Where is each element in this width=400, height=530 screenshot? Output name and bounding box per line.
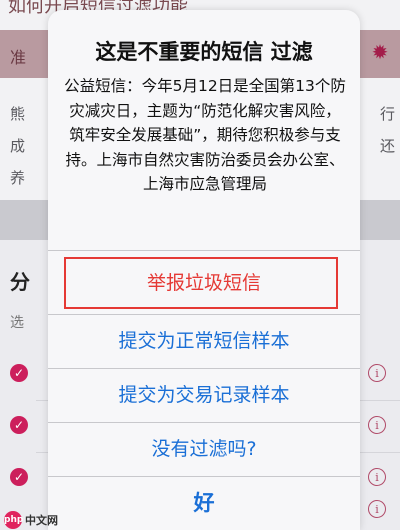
- divider: [48, 368, 360, 369]
- background-line: 熊: [10, 105, 26, 123]
- info-icon[interactable]: i: [368, 416, 386, 434]
- checkmark-icon[interactable]: ✓: [10, 468, 28, 486]
- info-icon[interactable]: i: [368, 364, 386, 382]
- ok-button[interactable]: 好: [48, 478, 360, 528]
- submit-normal-sample-button[interactable]: 提交为正常短信样本: [48, 316, 360, 366]
- filter-action-sheet: 这是不重要的短信 过滤 公益短信：今年5月12日是全国第13个防灾减灾日，主题为…: [48, 10, 360, 530]
- divider: [48, 250, 360, 251]
- checkmark-icon[interactable]: ✓: [10, 364, 28, 382]
- watermark: php 中文网: [4, 510, 58, 530]
- background-banner-label: 准: [10, 48, 27, 67]
- background-line: 还: [380, 137, 396, 155]
- watermark-text: 中文网: [25, 514, 58, 527]
- not-filtered-button[interactable]: 没有过滤吗?: [48, 424, 360, 474]
- divider: [48, 422, 360, 423]
- background-line: 行: [380, 105, 396, 123]
- checkmark-icon[interactable]: ✓: [10, 416, 28, 434]
- divider: [48, 476, 360, 477]
- watermark-badge: php: [4, 511, 23, 529]
- background-section-heading: 分: [10, 270, 30, 294]
- bug-icon: ✹: [371, 40, 389, 64]
- divider: [48, 314, 360, 315]
- background-section-sub: 选: [10, 315, 24, 331]
- background-line: 养: [10, 169, 26, 187]
- sheet-message: 公益短信：今年5月12日是全国第13个防灾减灾日，主题为“防范化解灾害风险，筑牢…: [64, 77, 346, 193]
- info-icon[interactable]: i: [368, 468, 386, 486]
- submit-transaction-sample-button[interactable]: 提交为交易记录样本: [48, 370, 360, 420]
- info-icon[interactable]: i: [368, 500, 386, 518]
- sheet-title: 这是不重要的短信 过滤: [95, 40, 313, 64]
- highlight-box: [64, 257, 338, 309]
- background-line: 成: [10, 137, 26, 155]
- background-paragraph: 熊 成 养: [10, 98, 25, 194]
- background-right-text: 行 还: [380, 98, 395, 162]
